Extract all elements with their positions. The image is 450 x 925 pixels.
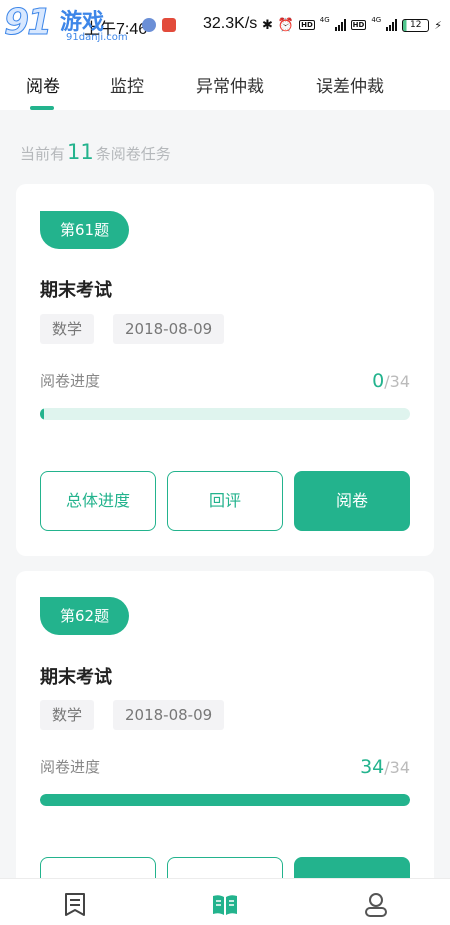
progress-fill — [40, 408, 44, 420]
task-count-summary: 当前有 11 条阅卷任务 — [20, 140, 171, 164]
user-profile-icon[interactable] — [362, 891, 390, 919]
progress-done: 34 — [360, 756, 385, 778]
status-bar: 上午7:46 32.3K/s ✱ ⏰ HD 4G HD 4G 12 ⚡ 91 游… — [0, 0, 450, 52]
bluetooth-icon: ✱ — [262, 17, 273, 33]
hd-badge: HD — [299, 20, 315, 30]
watermark-logo: 91 游戏 91danji.com — [3, 2, 174, 48]
battery-icon: 12 — [402, 18, 430, 32]
progress-total: 34 — [389, 372, 410, 391]
date-tag: 2018-08-09 — [113, 700, 225, 730]
network-gen-label: 4G — [319, 16, 330, 24]
progress-count: 0/34 — [372, 370, 410, 392]
task-count-suffix: 条阅卷任务 — [95, 145, 171, 163]
date-tag: 2018-08-09 — [113, 314, 225, 344]
progress-label: 阅卷进度 — [40, 372, 101, 390]
question-badge: 第61题 — [40, 211, 130, 249]
tab-error-arbitration[interactable]: 误差仲裁 — [316, 72, 384, 97]
review-button[interactable]: 回评 — [167, 471, 283, 531]
hd-badge: HD — [350, 20, 367, 30]
progress-fill — [40, 794, 410, 806]
open-book-icon[interactable] — [211, 891, 239, 919]
progress-done: 0 — [372, 370, 385, 392]
network-gen-label: 4G — [371, 16, 382, 24]
exam-name: 期末考试 — [40, 667, 112, 688]
question-badge: 第62题 — [40, 597, 130, 635]
alarm-icon: ⏰ — [277, 17, 295, 33]
task-list-icon-svg — [65, 893, 85, 916]
task-count-prefix: 当前有 — [20, 145, 66, 163]
user-profile-icon-svg — [365, 893, 387, 917]
signal-icon — [334, 19, 346, 31]
open-book-icon-svg — [213, 895, 237, 915]
subject-tag: 数学 — [40, 314, 95, 344]
network-speed: 32.3K/s — [203, 15, 258, 32]
status-icons: ✱ ⏰ HD 4G HD 4G 12 ⚡ — [262, 14, 442, 36]
progress-bar — [40, 408, 410, 420]
bottom-nav — [0, 878, 450, 925]
progress-label: 阅卷进度 — [40, 758, 101, 776]
tab-monitor[interactable]: 监控 — [110, 72, 144, 97]
active-tab-indicator — [30, 106, 54, 110]
watermark-number: 91 — [3, 2, 52, 44]
grade-button[interactable]: 阅卷 — [294, 471, 410, 531]
exam-name: 期末考试 — [40, 280, 112, 301]
progress-total: 34 — [389, 758, 410, 777]
tab-abnormal-arbitration[interactable]: 异常仲裁 — [196, 72, 264, 97]
signal-icon — [386, 19, 398, 31]
progress-count: 34/34 — [360, 756, 410, 778]
subject-tag: 数学 — [40, 700, 95, 730]
tab-grading[interactable]: 阅卷 — [26, 72, 60, 97]
task-card: 第61题 期末考试 数学 2018-08-09 阅卷进度 0/34 总体进度 回… — [16, 184, 434, 556]
overall-progress-button[interactable]: 总体进度 — [40, 471, 156, 531]
watermark-url: 91danji.com — [66, 32, 128, 43]
task-list-icon[interactable] — [61, 891, 89, 919]
progress-bar — [40, 794, 410, 806]
top-tab-bar: 阅卷 监控 异常仲裁 误差仲裁 — [0, 52, 450, 110]
charging-icon: ⚡ — [434, 18, 442, 32]
task-card: 第62题 期末考试 数学 2018-08-09 阅卷进度 34/34 总体进度 … — [16, 571, 434, 925]
task-count-number: 11 — [67, 140, 94, 164]
